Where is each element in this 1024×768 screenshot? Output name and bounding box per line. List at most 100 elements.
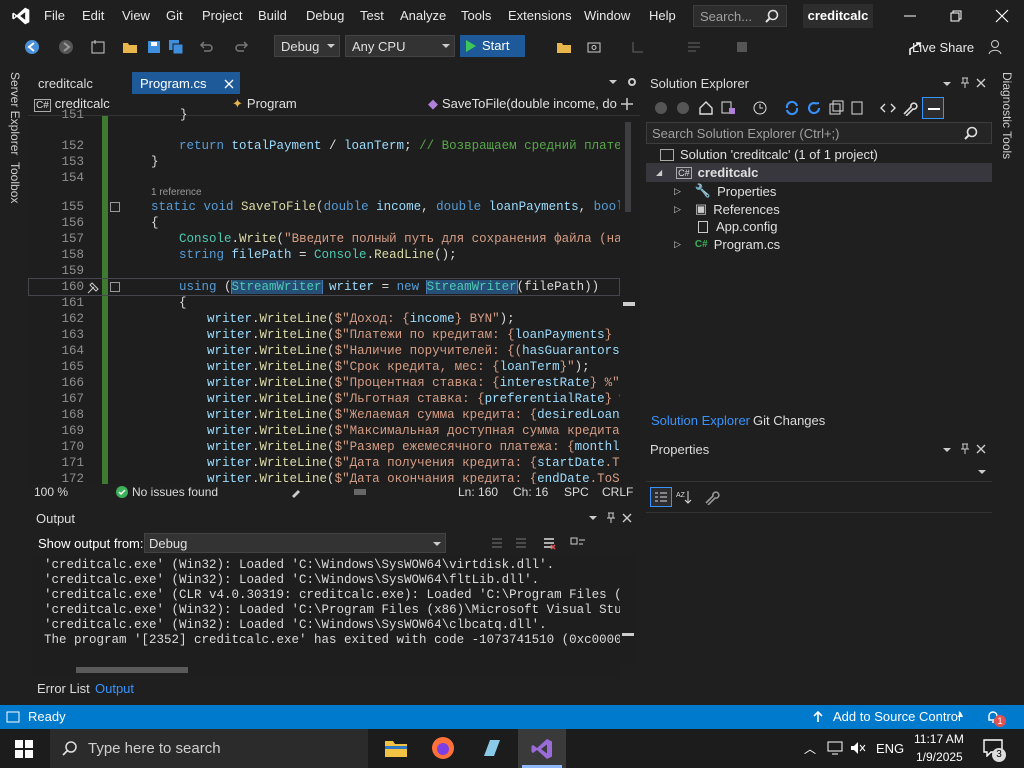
toolbox-tab[interactable]: Toolbox [8, 162, 22, 203]
scroll-thumb[interactable] [622, 633, 634, 636]
menu-view[interactable]: View [122, 8, 150, 23]
clock-date[interactable]: 1/9/2025 [916, 750, 963, 764]
comment-icon[interactable] [686, 39, 702, 55]
refresh-icon[interactable] [806, 100, 822, 116]
categorized-view-button[interactable] [650, 487, 672, 507]
volume-muted-icon[interactable] [850, 741, 866, 755]
issues-status[interactable]: No issues found [132, 485, 218, 499]
line-ending-indicator[interactable]: CRLF [602, 485, 633, 499]
back-icon[interactable] [654, 101, 668, 115]
forward-icon[interactable] [676, 101, 690, 115]
brush-icon[interactable] [290, 486, 302, 498]
tree-item-app-config[interactable]: App.config [698, 219, 777, 234]
output-vertical-scrollbar[interactable] [620, 555, 636, 663]
collapse-icon[interactable] [110, 282, 120, 292]
windows-start-icon[interactable] [15, 740, 33, 758]
properties-grid[interactable] [646, 512, 992, 700]
tree-item-references[interactable]: ▷ ▣ References [674, 201, 780, 217]
configuration-dropdown[interactable]: Debug [274, 35, 340, 57]
chevron-down-icon[interactable] [942, 80, 952, 88]
output-horizontal-scrollbar[interactable] [32, 664, 620, 676]
network-icon[interactable] [827, 741, 843, 755]
scroll-thumb[interactable] [623, 302, 635, 306]
open-file-icon[interactable] [556, 39, 572, 55]
chevron-down-icon[interactable] [588, 514, 598, 522]
save-icon[interactable] [146, 39, 162, 55]
preview-selected-button[interactable] [922, 97, 944, 119]
collapse-icon[interactable] [110, 202, 120, 212]
class-nav-dropdown[interactable]: ✦ Program [232, 96, 422, 114]
close-icon[interactable] [976, 78, 986, 88]
menu-debug[interactable]: Debug [306, 8, 344, 23]
object-selector-dropdown[interactable] [646, 462, 992, 482]
save-all-icon[interactable] [168, 39, 184, 55]
switch-views-icon[interactable] [720, 100, 736, 116]
tab-solution-explorer[interactable]: Solution Explorer [651, 413, 750, 428]
whitespace-indicator[interactable]: SPC [564, 485, 589, 499]
menu-edit[interactable]: Edit [82, 8, 104, 23]
property-pages-icon[interactable] [704, 489, 720, 505]
language-indicator[interactable]: ENG [876, 741, 904, 756]
alphabetical-icon[interactable]: AZ [676, 490, 692, 504]
show-all-files-icon[interactable] [850, 100, 866, 116]
restore-icon[interactable] [948, 8, 964, 24]
tab-error-list[interactable]: Error List [37, 681, 90, 696]
find-output-icon[interactable] [490, 536, 504, 550]
back-icon[interactable] [24, 39, 40, 55]
minimize-icon[interactable] [902, 8, 918, 24]
code-lens-references[interactable]: 1 reference [151, 187, 202, 198]
pending-changes-icon[interactable] [752, 100, 768, 116]
clear-all-icon[interactable] [542, 536, 556, 550]
taskbar-search-box[interactable]: Type here to search [50, 729, 368, 768]
output-source-dropdown[interactable]: Debug [144, 533, 446, 553]
quick-actions-icon[interactable] [86, 281, 100, 295]
prev-message-icon[interactable] [514, 536, 528, 550]
h-scroll-thumb[interactable] [354, 489, 366, 495]
file-explorer-icon[interactable] [384, 737, 408, 759]
menu-git[interactable]: Git [166, 8, 183, 23]
pin-icon[interactable] [960, 443, 970, 455]
live-share-button[interactable]: Live Share [912, 40, 974, 55]
platform-dropdown[interactable]: Any CPU [345, 35, 455, 57]
menu-project[interactable]: Project [202, 8, 242, 23]
screenshot-icon[interactable] [586, 39, 602, 55]
scroll-thumb[interactable] [76, 667, 188, 673]
tray-chevron-up-icon[interactable]: ︿ [804, 740, 816, 757]
feedback-icon[interactable] [986, 38, 1004, 56]
menu-build[interactable]: Build [258, 8, 287, 23]
visual-studio-taskbar-button[interactable] [518, 729, 566, 768]
menu-extensions[interactable]: Extensions [508, 8, 572, 23]
tree-solution-node[interactable]: Solution 'creditcalc' (1 of 1 project) [660, 147, 878, 162]
tab-creditcalc[interactable]: creditcalc [30, 72, 101, 94]
tab-overflow-icon[interactable] [608, 78, 618, 86]
tree-project-node[interactable]: ◢ C# creditcalc [656, 165, 758, 180]
open-folder-icon[interactable] [122, 39, 138, 55]
close-tab-icon[interactable] [224, 79, 234, 89]
close-icon[interactable] [622, 513, 632, 523]
split-editor-icon[interactable] [620, 97, 634, 111]
solution-search-input[interactable]: Search Solution Explorer (Ctrl+;) [646, 122, 992, 144]
undo-icon[interactable] [198, 39, 214, 55]
home-icon[interactable] [698, 100, 714, 116]
solution-name-badge[interactable]: creditcalc [803, 4, 873, 28]
tab-program-cs[interactable]: Program.cs [132, 72, 240, 94]
tree-item-program-cs[interactable]: ▷ C# Program.cs [674, 237, 780, 252]
menu-window[interactable]: Window [584, 8, 630, 23]
forward-icon[interactable] [58, 39, 74, 55]
close-icon[interactable] [976, 444, 986, 454]
settings-icon[interactable] [626, 76, 638, 88]
word-wrap-icon[interactable] [570, 536, 586, 550]
pin-icon[interactable] [960, 77, 970, 89]
add-to-source-control-button[interactable]: Add to Source Control [833, 709, 961, 724]
tab-output[interactable]: Output [95, 681, 134, 696]
menu-file[interactable]: File [44, 8, 65, 23]
menu-tools[interactable]: Tools [461, 8, 491, 23]
redo-icon[interactable] [234, 39, 250, 55]
app-icon[interactable] [480, 736, 504, 760]
zoom-level[interactable]: 100 % [34, 485, 68, 499]
bookmark-icon[interactable] [734, 39, 750, 55]
tab-git-changes[interactable]: Git Changes [753, 413, 825, 428]
collapse-all-icon[interactable] [828, 100, 844, 116]
new-project-icon[interactable] [90, 39, 106, 55]
code-view-icon[interactable] [880, 100, 896, 116]
